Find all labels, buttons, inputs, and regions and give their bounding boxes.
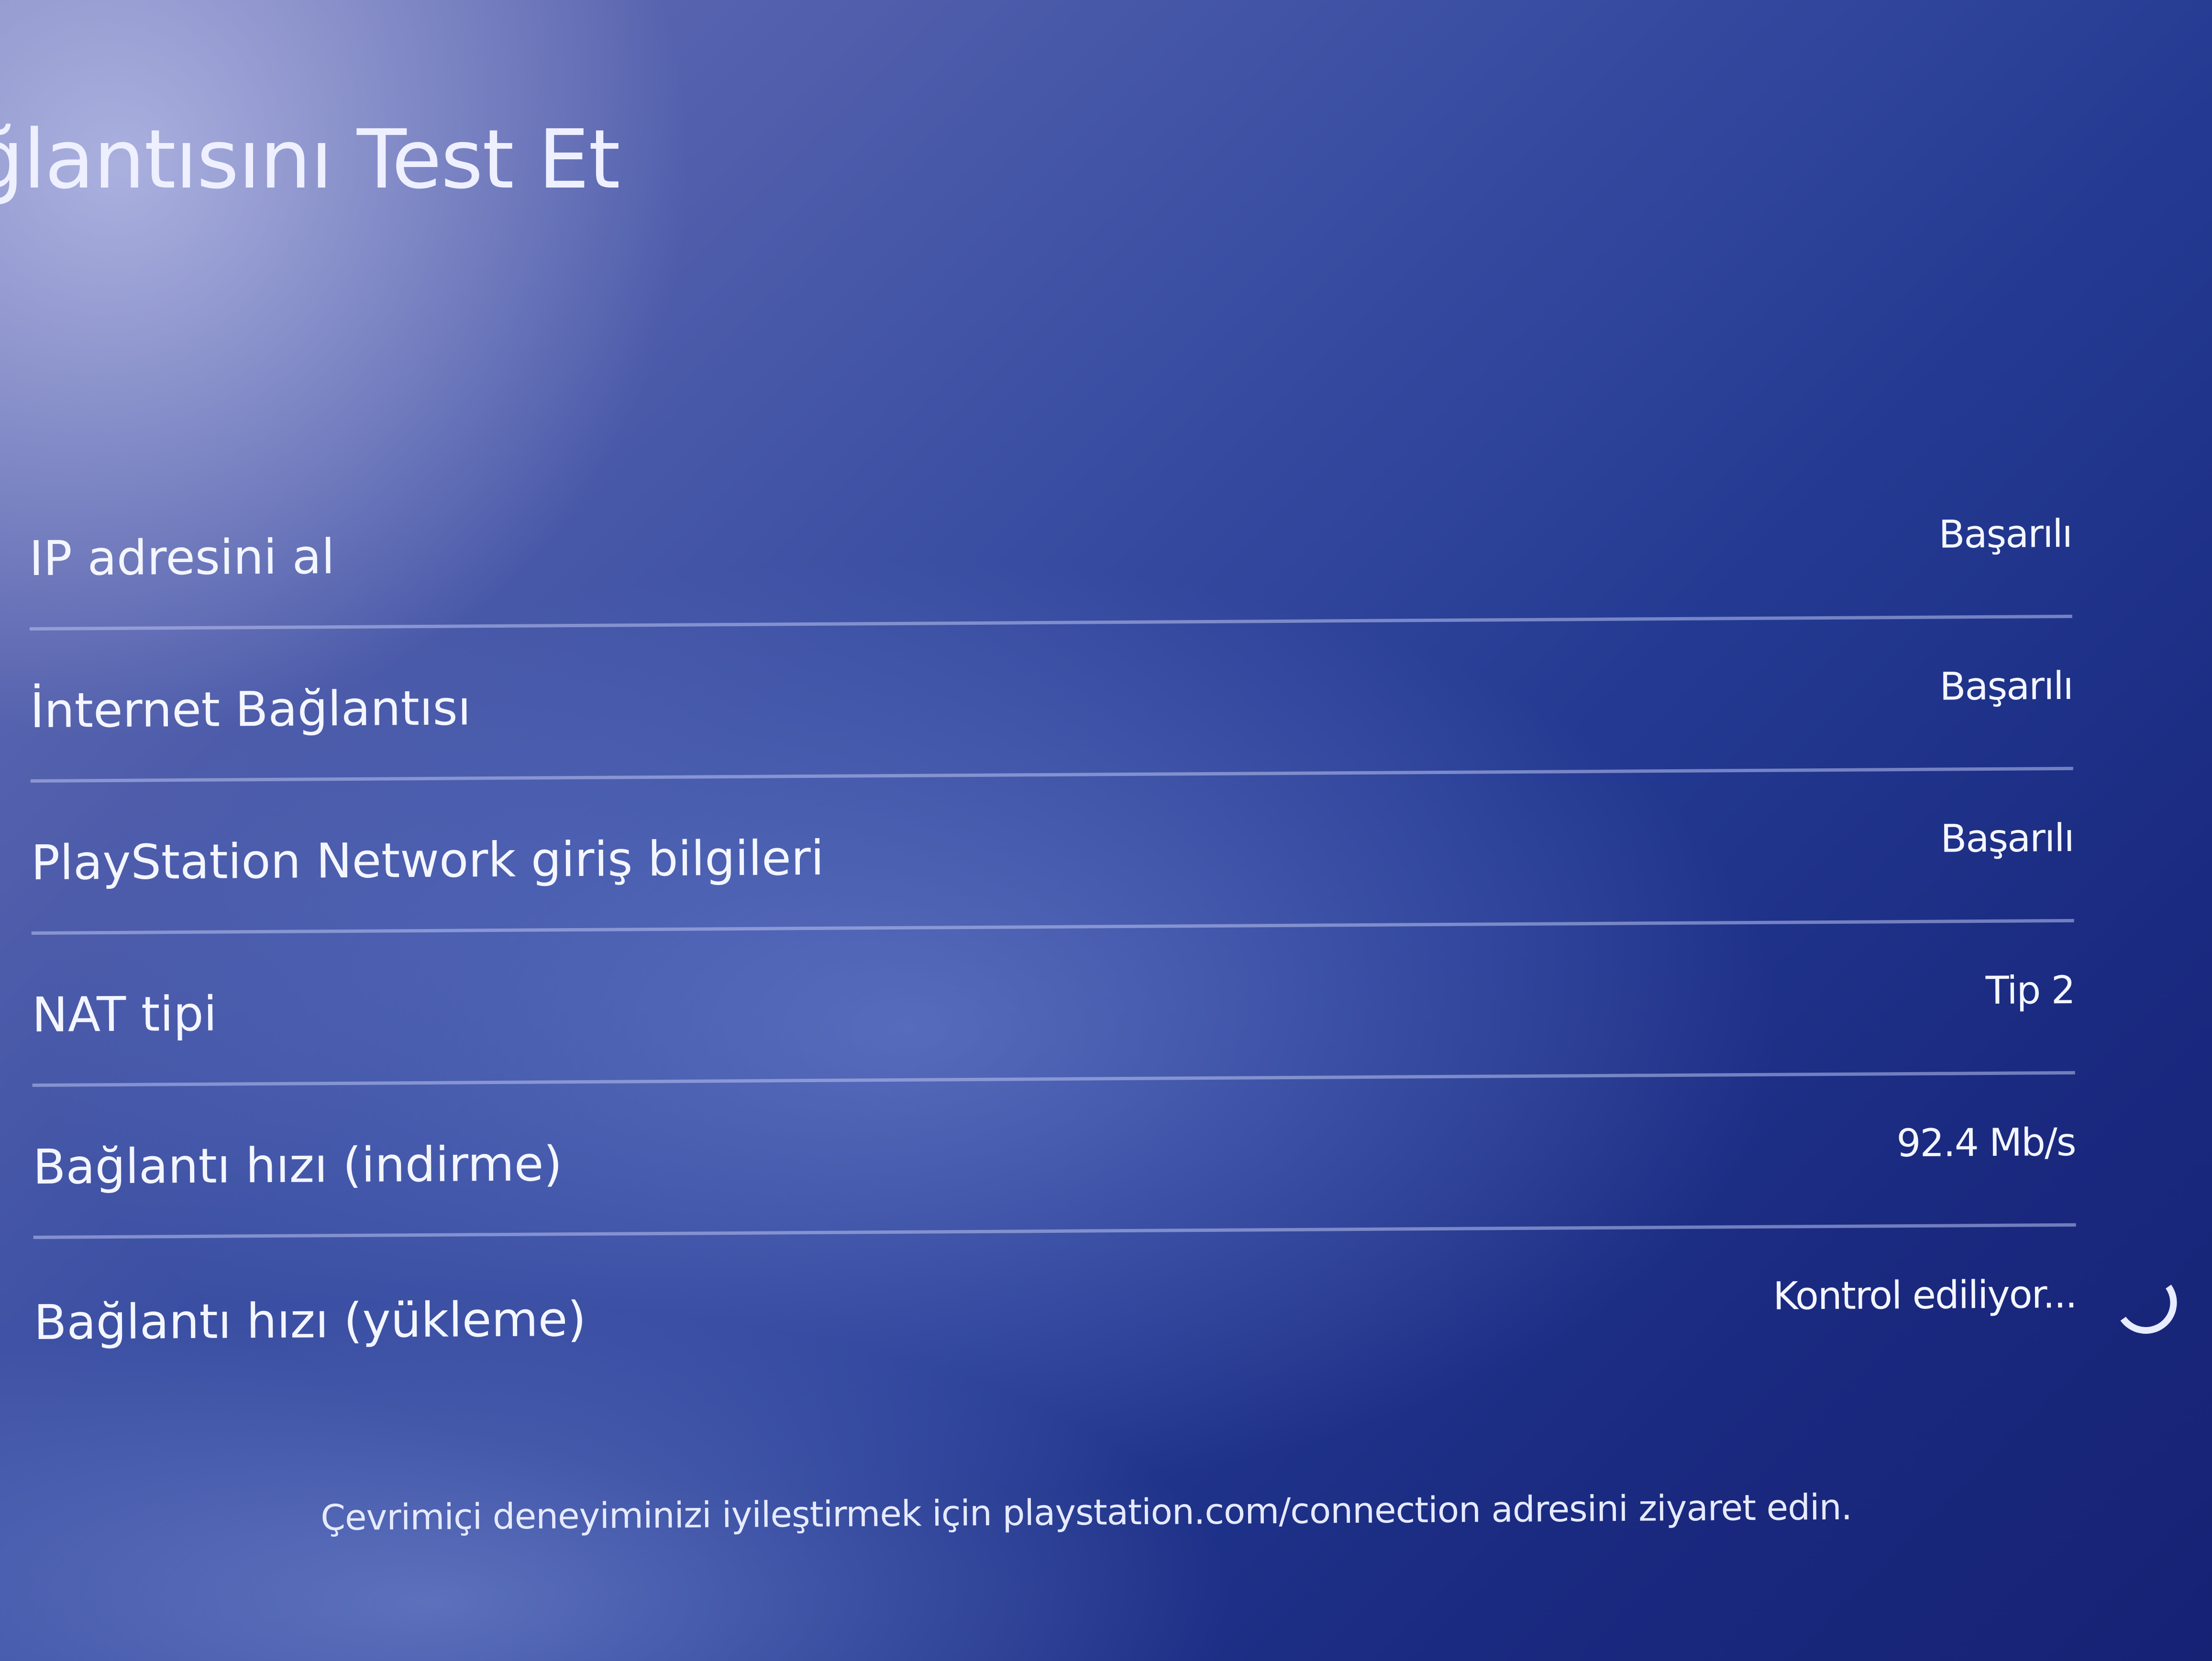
result-status: Başarılı — [1938, 511, 2072, 557]
result-label: İnternet Bağlantısı — [30, 680, 471, 739]
result-label: IP adresini al — [29, 529, 335, 587]
result-label: Bağlantı hızı (indirme) — [33, 1136, 563, 1195]
result-row-download-speed: Bağlantı hızı (indirme) 92.4 Mb/s — [32, 1074, 2076, 1239]
result-row-nat-type: NAT tipi Tip 2 — [31, 922, 2075, 1087]
result-row-upload-speed: Bağlantı hızı (yükleme) Kontrol ediliyor… — [33, 1227, 2182, 1391]
result-status: Başarılı — [1939, 663, 2073, 709]
result-row-ip-address: IP adresini al Başarılı — [29, 465, 2072, 631]
result-status: Kontrol ediliyor... — [1773, 1272, 2077, 1318]
result-row-internet-connection: İnternet Bağlantısı Başarılı — [29, 618, 2073, 783]
footer-hint: Çevrimiçi deneyiminizi iyileştirmek için… — [321, 1486, 1852, 1539]
page-title: ağlantısını Test Et — [0, 112, 620, 207]
test-results-list: IP adresini al Başarılı İnternet Bağlant… — [29, 465, 2182, 1391]
result-label: PlayStation Network giriş bilgileri — [31, 830, 824, 891]
result-label: Bağlantı hızı (yükleme) — [33, 1291, 586, 1351]
result-row-psn-sign-in: PlayStation Network giriş bilgileri Başa… — [30, 770, 2074, 935]
result-status: Başarılı — [1940, 815, 2074, 861]
result-status: 92.4 Mb/s — [1896, 1119, 2076, 1166]
connection-test-screen: ağlantısını Test Et IP adresini al Başar… — [0, 0, 2212, 1661]
result-label: NAT tipi — [32, 986, 217, 1043]
result-status: Tip 2 — [1985, 967, 2075, 1013]
loading-spinner-icon — [2110, 1267, 2182, 1339]
